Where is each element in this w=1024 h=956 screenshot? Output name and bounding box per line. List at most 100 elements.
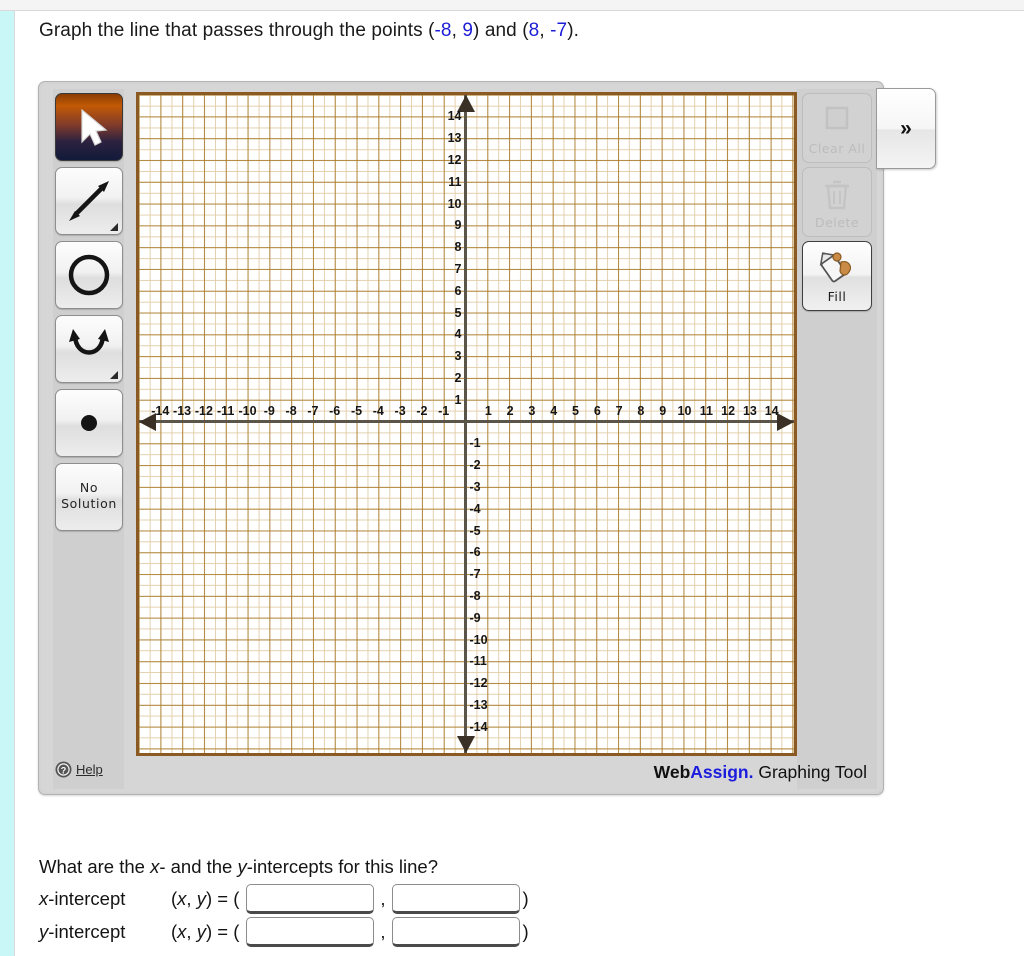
y-tick-label: -5 xyxy=(469,523,481,538)
q2-var-x: x xyxy=(150,856,160,877)
x-tick-label: -9 xyxy=(263,403,275,418)
y-intercept-row: y-intercept (x, y) = ( , ) xyxy=(39,917,529,947)
x-tick-label: -6 xyxy=(329,403,341,418)
right-toolbar: Clear All Delete Fill xyxy=(797,89,877,789)
y-tick-label: -12 xyxy=(469,676,488,691)
y-tick-label: -6 xyxy=(469,545,481,560)
y-tick-label: 1 xyxy=(454,392,462,407)
y-tick-label: 7 xyxy=(454,261,462,276)
x-tick-label: -7 xyxy=(307,403,319,418)
x-tick-label: 5 xyxy=(572,403,579,418)
brand-web: Web xyxy=(653,762,691,782)
page-root: Graph the line that passes through the p… xyxy=(0,0,1024,956)
x-tick-label: 6 xyxy=(593,403,601,418)
y-tick-label: 14 xyxy=(447,109,462,124)
y-intercept-x-input[interactable] xyxy=(246,917,375,947)
x-axis-arrow-right xyxy=(777,413,794,431)
svg-text:?: ? xyxy=(61,765,67,775)
x-tick-label: 10 xyxy=(677,403,692,418)
delete-button[interactable]: Delete xyxy=(802,167,872,237)
intercepts-question: What are the x- and the y-intercepts for… xyxy=(39,856,438,877)
fill-label: Fill xyxy=(827,289,847,304)
x-intercept-close-paren: ) xyxy=(522,888,529,909)
y-tick-label: 2 xyxy=(454,370,462,385)
x-tick-label: -2 xyxy=(416,403,428,418)
y-intercept-equation: (x, y) = ( xyxy=(171,921,240,942)
help-label: Help xyxy=(76,761,103,777)
graphing-tool-inner: No Solution ? Help -14 -13 -12 -11 -10 -9 -8 -7… xyxy=(41,84,881,792)
expand-panel-button[interactable]: » xyxy=(876,88,936,169)
left-toolbar: No Solution ? Help xyxy=(53,89,124,789)
y-axis-arrow-down xyxy=(457,736,475,753)
x-tick-label: -8 xyxy=(285,403,297,418)
y-tick-label: 3 xyxy=(454,349,462,364)
x-intercept-equation: (x, y) = ( xyxy=(171,888,240,909)
y-tick-label: 10 xyxy=(447,196,462,211)
y-tick-label: 4 xyxy=(454,327,462,342)
prompt-sep-1: , xyxy=(451,20,463,41)
x-tick-label: -14 xyxy=(151,403,170,418)
y-tick-label: 12 xyxy=(447,152,462,167)
y-tick-label: 6 xyxy=(454,283,462,298)
fill-button[interactable]: Fill xyxy=(802,241,872,311)
left-accent-stripe xyxy=(0,11,15,956)
y-tick-label: -11 xyxy=(469,654,487,669)
x-intercept-row: x-intercept (x, y) = ( , ) xyxy=(39,884,529,914)
x-tick-label: -13 xyxy=(173,403,192,418)
help-link[interactable]: ? Help xyxy=(55,757,121,781)
clear-all-button[interactable]: Clear All xyxy=(802,93,872,163)
x-tick-label: 4 xyxy=(550,403,558,418)
y-tick-label: -8 xyxy=(469,588,481,603)
y-tick-label: 8 xyxy=(454,240,462,255)
x-tick-label: 12 xyxy=(721,403,736,418)
prompt-text-end: ). xyxy=(567,20,580,41)
x-tick-label: -3 xyxy=(394,403,406,418)
x-tick-label: 3 xyxy=(528,403,536,418)
x-intercept-comma: , xyxy=(380,888,386,909)
x-intercept-x-input[interactable] xyxy=(246,884,375,914)
y-tick-label: -10 xyxy=(469,632,488,647)
question-mark-circle-icon: ? xyxy=(55,761,72,777)
x-tick-label: -5 xyxy=(350,403,363,418)
graph-canvas[interactable]: -14 -13 -12 -11 -10 -9 -8 -7 -6 -5 -4 -3 -2 -1 1 2 3 4 5 6 7… xyxy=(136,92,797,756)
y-tick-label: -7 xyxy=(469,567,481,582)
cursor-arrow-icon xyxy=(81,108,108,146)
x-intercept-label: x-intercept xyxy=(39,888,126,909)
point1-x: -8 xyxy=(434,20,452,41)
y-tick-label: -3 xyxy=(469,479,481,494)
circle-tool-button[interactable] xyxy=(55,241,123,309)
y-intercept-close-paren: ) xyxy=(522,921,529,942)
x-tick-label: -12 xyxy=(194,403,213,418)
parabola-tool-expand-corner[interactable] xyxy=(110,371,118,379)
prompt-text-1: Graph the line that passes through the p… xyxy=(39,20,435,41)
y-tick-label: 11 xyxy=(448,174,462,189)
no-solution-label-2: Solution xyxy=(61,496,117,511)
x-tick-label: 1 xyxy=(484,403,492,418)
y-intercept-y-input[interactable] xyxy=(391,917,520,947)
parabola-tool-button[interactable] xyxy=(55,315,123,383)
y-tick-label: -4 xyxy=(469,501,481,516)
select-tool-button[interactable] xyxy=(55,93,123,161)
y-intercept-label: y-intercept xyxy=(39,921,126,942)
no-solution-tool-button[interactable]: No Solution xyxy=(55,463,123,531)
browser-top-band xyxy=(0,0,1024,11)
prompt-sep-2: , xyxy=(539,20,551,41)
y-tick-label: -14 xyxy=(469,719,488,734)
x-tick-label: 11 xyxy=(699,403,713,418)
x-tick-label: 9 xyxy=(659,403,667,418)
y-tick-label: -9 xyxy=(469,610,481,625)
x-intercept-y-input[interactable] xyxy=(391,884,520,914)
point-tool-button[interactable] xyxy=(55,389,123,457)
line-tool-button[interactable] xyxy=(55,167,123,235)
point2-x: 8 xyxy=(528,20,540,41)
y-intercept-comma: , xyxy=(380,921,386,942)
y-tick-label: -2 xyxy=(469,458,481,473)
point1-y: 9 xyxy=(462,20,474,41)
line-tool-expand-corner[interactable] xyxy=(110,223,118,231)
x-tick-label: -10 xyxy=(238,403,257,418)
y-tick-label: -13 xyxy=(469,697,488,712)
y-tick-label: 9 xyxy=(454,218,462,233)
filled-dot-icon xyxy=(81,415,97,431)
y-axis xyxy=(464,95,467,753)
x-tick-label: 8 xyxy=(637,403,645,418)
